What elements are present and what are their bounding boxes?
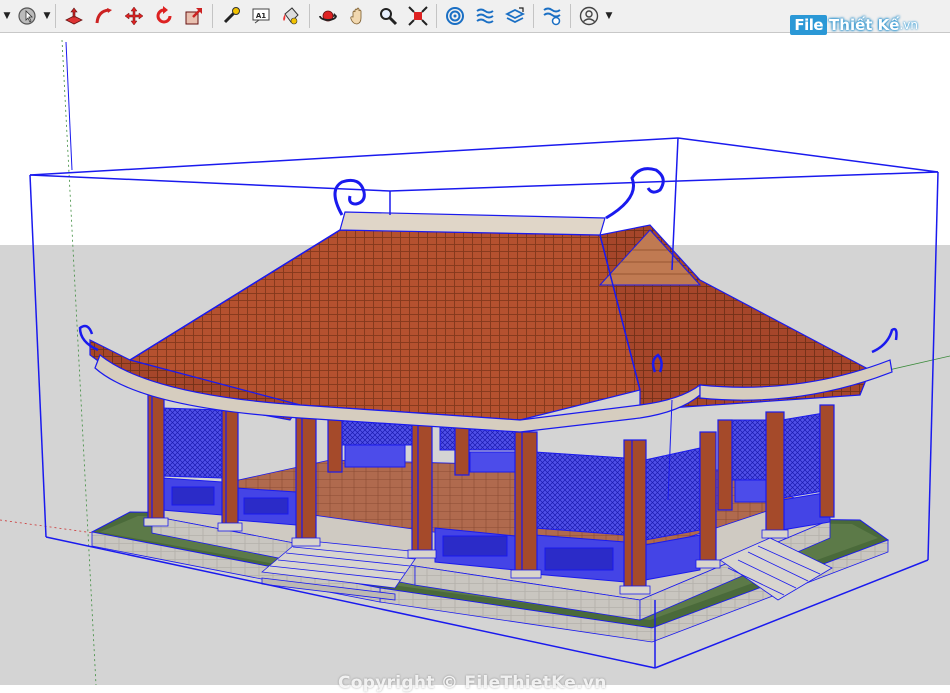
sandbox-from-contours-button[interactable] <box>442 3 468 29</box>
sky <box>0 33 950 245</box>
follow-me-button[interactable] <box>91 3 117 29</box>
logo-box-text: File <box>790 15 828 35</box>
zoom-icon <box>380 8 398 26</box>
stamp-button[interactable] <box>539 3 565 29</box>
sandbox-from-scratch-button[interactable] <box>472 3 498 29</box>
scale-button[interactable] <box>181 3 207 29</box>
move-icon <box>124 6 144 26</box>
toolbar-separator <box>309 4 310 28</box>
paint-bucket-button[interactable] <box>278 3 304 29</box>
toolbar-separator <box>212 4 213 28</box>
toolbar-separator <box>533 4 534 28</box>
orbit-icon <box>319 10 337 22</box>
sandbox-from-scratch-icon <box>476 8 494 24</box>
logo-domain: .vn <box>899 18 918 32</box>
select-tool-dropdown[interactable]: ▼ <box>42 3 52 29</box>
follow-me-icon <box>95 8 112 24</box>
toolbar-separator <box>570 4 571 28</box>
zoom-extents-button[interactable] <box>405 3 431 29</box>
text-tool-label: A1 <box>256 12 266 20</box>
stamp-icon <box>543 7 561 26</box>
account-dropdown[interactable]: ▼ <box>604 3 614 29</box>
select-icon <box>18 7 36 25</box>
account-icon <box>579 6 599 26</box>
toolbar-separator <box>436 4 437 28</box>
account-button[interactable] <box>576 3 602 29</box>
move-button[interactable] <box>121 3 147 29</box>
logo-text: Thiết Kế <box>829 16 900 34</box>
pan-icon <box>350 7 362 25</box>
copyright-watermark: Copyright © FileThietKe.vn <box>338 673 607 693</box>
pan-button[interactable] <box>345 3 371 29</box>
paint-bucket-icon <box>283 7 299 25</box>
orbit-button[interactable] <box>315 3 341 29</box>
rotate-icon <box>156 6 172 24</box>
tape-measure-icon <box>223 7 240 24</box>
rotate-button[interactable] <box>151 3 177 29</box>
scene-canvas <box>0 33 950 686</box>
toolbar-dropdown-arrow[interactable]: ▼ <box>2 3 12 29</box>
tape-measure-button[interactable] <box>218 3 244 29</box>
text-icon: A1 <box>252 8 270 24</box>
smoove-button[interactable] <box>502 3 528 29</box>
toolbar-separator <box>55 4 56 28</box>
push-pull-icon <box>65 7 83 25</box>
smoove-icon <box>505 7 525 24</box>
sandbox-from-contours-icon <box>446 7 464 25</box>
select-tool-button[interactable] <box>14 3 40 29</box>
push-pull-button[interactable] <box>61 3 87 29</box>
site-logo: File Thiết Kế .vn <box>790 12 918 38</box>
zoom-extents-icon <box>408 6 428 26</box>
scale-icon <box>185 8 202 25</box>
zoom-button[interactable] <box>375 3 401 29</box>
text-tool-button[interactable]: A1 <box>248 3 274 29</box>
model-viewport[interactable]: Copyright © FileThietKe.vn <box>0 33 950 693</box>
